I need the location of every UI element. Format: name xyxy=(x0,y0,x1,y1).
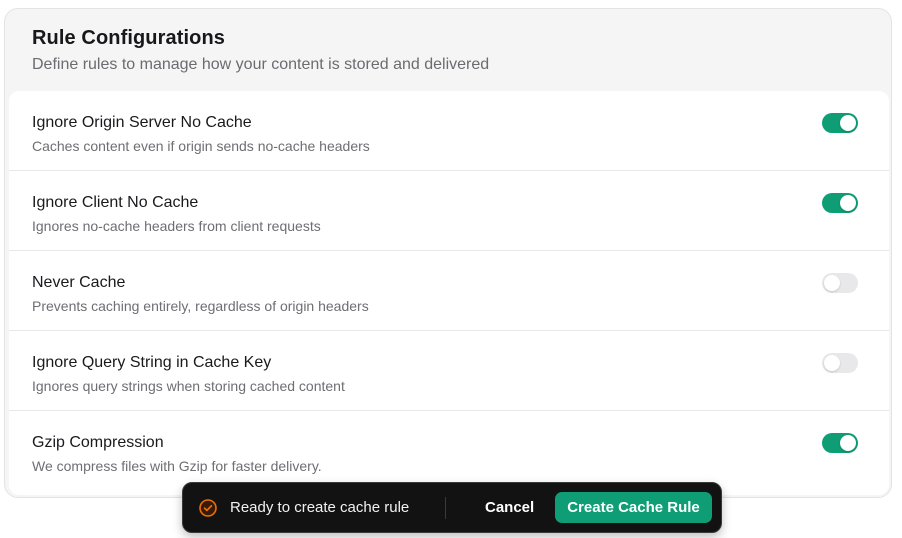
action-bar-divider xyxy=(445,497,446,519)
rule-description: Ignores no-cache headers from client req… xyxy=(32,218,321,234)
check-circle-icon xyxy=(199,499,217,517)
rule-description: We compress files with Gzip for faster d… xyxy=(32,458,322,474)
ignore-client-no-cache-toggle[interactable] xyxy=(822,193,858,213)
rule-row-ignore-origin-no-cache: Ignore Origin Server No Cache Caches con… xyxy=(9,91,889,171)
gzip-compression-toggle[interactable] xyxy=(822,433,858,453)
rule-title: Ignore Origin Server No Cache xyxy=(32,114,252,131)
rule-description: Prevents caching entirely, regardless of… xyxy=(32,298,369,314)
rule-title: Ignore Query String in Cache Key xyxy=(32,354,272,371)
rule-title: Ignore Client No Cache xyxy=(32,194,199,211)
rule-description: Ignores query strings when storing cache… xyxy=(32,378,345,394)
rule-row-gzip-compression: Gzip Compression We compress files with … xyxy=(9,411,889,491)
rules-list: Ignore Origin Server No Cache Caches con… xyxy=(9,91,889,495)
toggle-knob xyxy=(840,115,856,131)
card-title: Rule Configurations xyxy=(32,27,226,49)
create-cache-rule-button[interactable]: Create Cache Rule xyxy=(555,492,712,523)
rule-configurations-card: Rule Configurations Define rules to mana… xyxy=(4,8,892,498)
rule-title: Gzip Compression xyxy=(32,434,164,451)
rule-row-ignore-client-no-cache: Ignore Client No Cache Ignores no-cache … xyxy=(9,171,889,251)
status-text: Ready to create cache rule xyxy=(230,499,410,516)
toggle-knob xyxy=(840,195,856,211)
toggle-knob xyxy=(840,435,856,451)
never-cache-toggle[interactable] xyxy=(822,273,858,293)
action-bar: Ready to create cache rule Cancel Create… xyxy=(182,482,722,533)
toggle-knob xyxy=(824,275,840,291)
cancel-button[interactable]: Cancel xyxy=(475,492,544,523)
ignore-query-string-toggle[interactable] xyxy=(822,353,858,373)
card-subtitle: Define rules to manage how your content … xyxy=(32,56,490,73)
ignore-origin-no-cache-toggle[interactable] xyxy=(822,113,858,133)
rule-title: Never Cache xyxy=(32,274,126,291)
toggle-knob xyxy=(824,355,840,371)
rule-row-never-cache: Never Cache Prevents caching entirely, r… xyxy=(9,251,889,331)
rule-description: Caches content even if origin sends no-c… xyxy=(32,138,370,154)
rule-row-ignore-query-string: Ignore Query String in Cache Key Ignores… xyxy=(9,331,889,411)
